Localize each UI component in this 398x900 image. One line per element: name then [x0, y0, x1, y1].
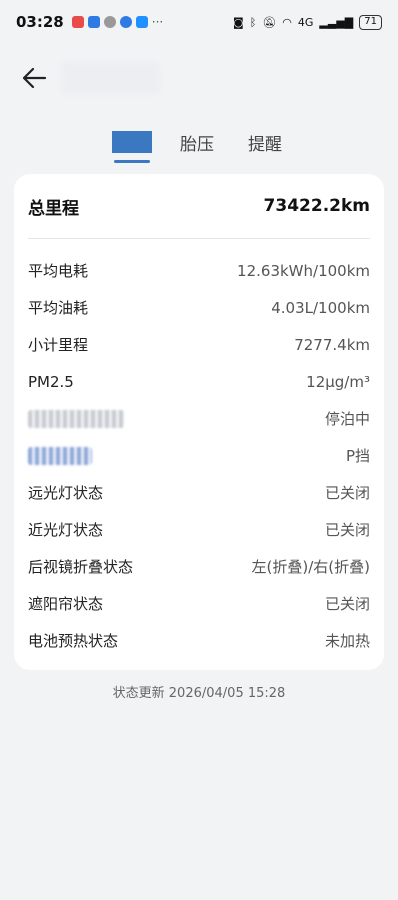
- list-item: 远光灯状态 已关闭: [28, 474, 370, 511]
- row-label: 平均油耗: [28, 299, 89, 317]
- row-value: 7277.4km: [294, 335, 370, 354]
- row-label: 近光灯状态: [28, 521, 104, 539]
- status-time: 03:28: [16, 13, 64, 31]
- notification-icon: [135, 16, 148, 28]
- row-value: 已关闭: [324, 484, 370, 502]
- row-value: 已关闭: [324, 521, 370, 539]
- row-value: 停泊中: [324, 410, 370, 428]
- status-bar: 03:28 ··· ◙ ᛒ 🔕︎ ◠ 4G ▂▃▅▇ 71: [0, 0, 398, 44]
- nfc-icon: ◙: [233, 15, 244, 29]
- list-item: P挡: [28, 437, 370, 474]
- row-label: 遮阳帘状态: [28, 595, 104, 613]
- list-item: PM2.5 12μg/m³: [28, 363, 370, 400]
- list-item: 后视镜折叠状态 左(折叠)/右(折叠): [28, 548, 370, 585]
- row-value: 左(折叠)/右(折叠): [251, 558, 370, 576]
- row-label-redacted: [28, 409, 124, 428]
- row-label: 后视镜折叠状态: [28, 558, 134, 576]
- signal-text: 4G: [297, 15, 314, 29]
- row-label-redacted: [28, 446, 92, 465]
- notification-icon: [71, 16, 84, 28]
- notification-icons: ···: [71, 15, 164, 29]
- row-value: 已关闭: [324, 595, 370, 613]
- list-item: 平均电耗 12.63kWh/100km: [28, 252, 370, 289]
- row-value: P挡: [345, 447, 370, 465]
- battery-icon: 71: [359, 14, 382, 30]
- tab-reminders[interactable]: 提醒: [248, 126, 282, 158]
- list-item: 近光灯状态 已关闭: [28, 511, 370, 548]
- tab-tire-pressure[interactable]: 胎压: [180, 126, 214, 158]
- status-right: ◙ ᛒ 🔕︎ ◠ 4G ▂▃▅▇ 71: [233, 14, 382, 30]
- row-value: 12.63kWh/100km: [237, 261, 370, 280]
- divider: [28, 238, 370, 239]
- list-item: 电池预热状态 未加热: [28, 622, 370, 659]
- row-label: 电池预热状态: [28, 632, 119, 650]
- page-title-redacted: [62, 62, 160, 94]
- total-mileage-label: 总里程: [28, 198, 79, 219]
- vehicle-status-card: 总里程 73422.2km 平均电耗 12.63kWh/100km 平均油耗 4…: [14, 174, 384, 670]
- row-label: 远光灯状态: [28, 484, 104, 502]
- row-label: 平均电耗: [28, 262, 89, 280]
- row-value: 4.03L/100km: [271, 298, 370, 317]
- list-item: 小计里程 7277.4km: [28, 326, 370, 363]
- notification-icon: [103, 16, 116, 28]
- row-label: 小计里程: [28, 336, 89, 354]
- battery-level: 71: [364, 16, 377, 27]
- signal-icon: ▂▃▅▇: [319, 15, 354, 29]
- status-update-time: 状态更新 2026/04/05 15:28: [112, 686, 286, 701]
- bluetooth-icon: ᛒ: [249, 15, 257, 29]
- total-mileage-value: 73422.2km: [263, 196, 370, 216]
- wifi-icon: ◠: [282, 15, 292, 29]
- list-item: 停泊中: [28, 400, 370, 437]
- back-button[interactable]: [18, 62, 50, 94]
- tab-bar: 胎压 提醒: [0, 126, 398, 166]
- list-item: 平均油耗 4.03L/100km: [28, 289, 370, 326]
- mute-icon: 🔕︎: [262, 15, 277, 29]
- arrow-left-icon: [22, 67, 47, 89]
- row-value: 未加热: [324, 632, 370, 650]
- row-label: PM2.5: [28, 372, 74, 391]
- list-item: 遮阳帘状态 已关闭: [28, 585, 370, 622]
- status-list: 平均电耗 12.63kWh/100km 平均油耗 4.03L/100km 小计里…: [28, 252, 370, 659]
- total-mileage-row: 总里程 73422.2km: [28, 192, 370, 220]
- notification-icon: [87, 16, 100, 28]
- more-notifications-icon: ···: [151, 15, 164, 29]
- notification-icon: [119, 16, 132, 28]
- row-value: 12μg/m³: [306, 372, 370, 391]
